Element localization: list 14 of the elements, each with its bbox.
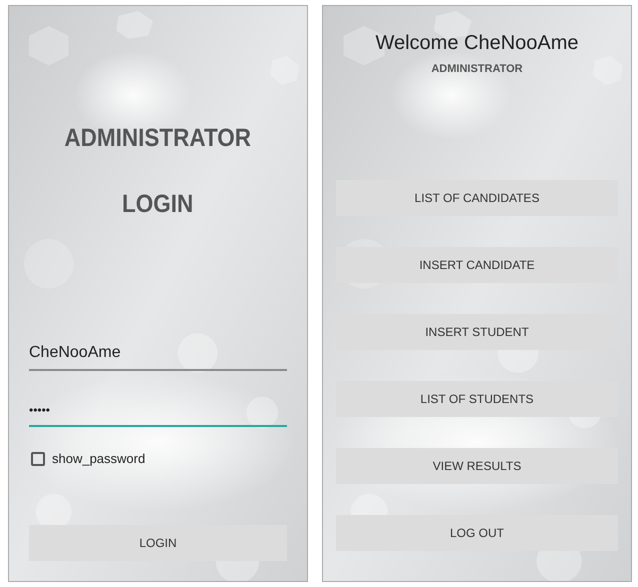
username-field[interactable]: CheNooAme <box>29 341 287 371</box>
screen-title: LOGIN <box>122 188 194 220</box>
menu-button[interactable]: VIEW RESULTS <box>336 448 618 484</box>
menu-button[interactable]: INSERT CANDIDATE <box>336 246 618 282</box>
checkbox[interactable] <box>31 452 45 466</box>
menu-button[interactable]: LIST OF CANDIDATES <box>336 180 618 216</box>
role-label: ADMINISTRATOR <box>431 62 523 77</box>
menu-button[interactable]: LIST OF STUDENTS <box>336 380 618 416</box>
password-field[interactable]: ••••• <box>29 401 287 427</box>
menu-button[interactable]: LOG OUT <box>336 514 618 550</box>
screen-title: ADMINISTRATOR <box>64 123 252 154</box>
checkbox-label: show_password <box>52 450 146 468</box>
welcome-heading: Welcome CheNooAme <box>375 31 579 56</box>
login-button[interactable]: LOGIN <box>29 525 287 561</box>
